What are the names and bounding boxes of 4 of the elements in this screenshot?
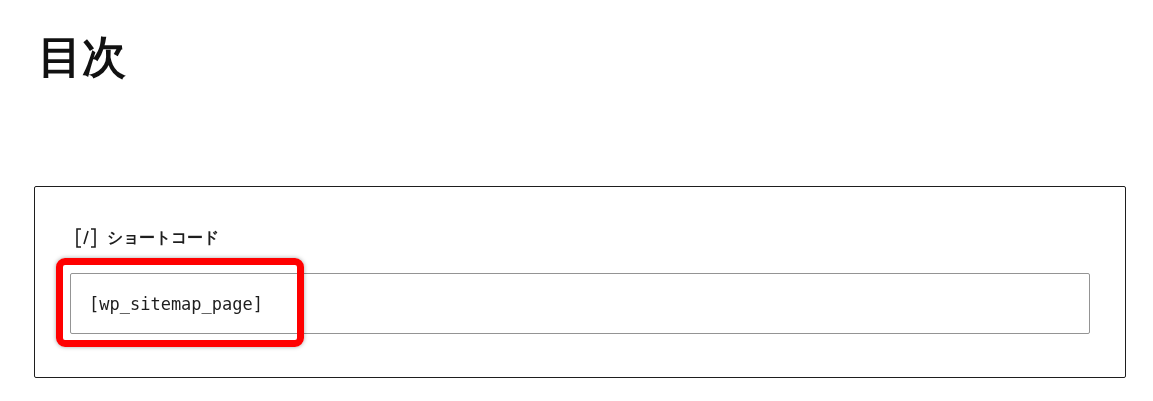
page-heading: 目次 xyxy=(38,30,127,84)
shortcode-field[interactable]: [wp_sitemap_page] xyxy=(70,273,1090,334)
block-label: ショートコード xyxy=(107,227,219,249)
shortcode-icon xyxy=(75,227,97,249)
